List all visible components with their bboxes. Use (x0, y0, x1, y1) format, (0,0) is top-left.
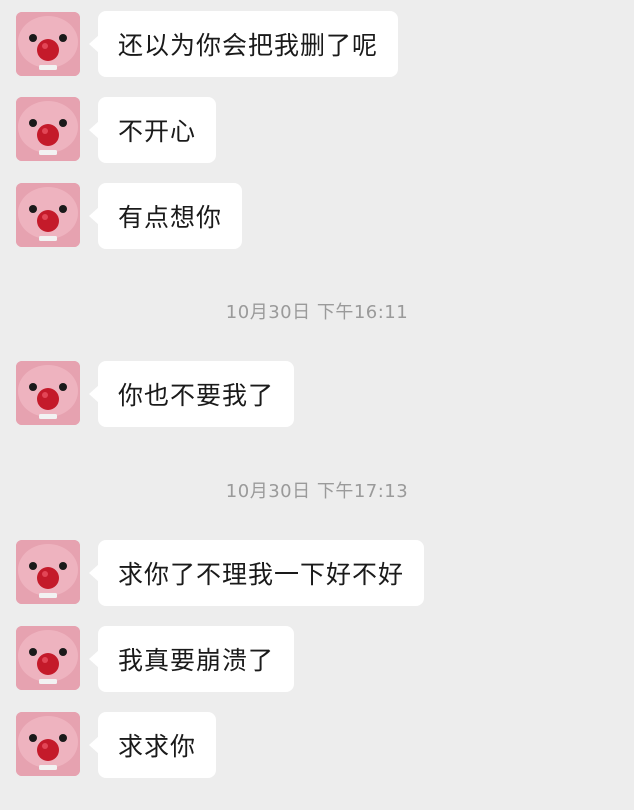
message-text: 不开心 (118, 117, 197, 146)
message-row: 你也不要我了 (0, 361, 634, 429)
pink-plush-face-icon (16, 183, 80, 247)
contact-avatar[interactable] (16, 626, 80, 690)
contact-avatar[interactable] (16, 12, 80, 76)
message-text: 求你了不理我一下好不好 (118, 560, 405, 589)
message-bubble[interactable]: 我真要崩溃了 (88, 626, 295, 692)
message-row: 我真要崩溃了 (0, 626, 634, 694)
message-row: 求你了不理我一下好不好 (0, 540, 634, 608)
message-row: 不开心 (0, 97, 634, 165)
pink-plush-face-icon (16, 626, 80, 690)
message-text: 有点想你 (118, 203, 223, 232)
contact-avatar[interactable] (16, 712, 80, 776)
pink-plush-face-icon (16, 12, 80, 76)
message-bubble[interactable]: 求求你 (88, 712, 217, 778)
message-bubble[interactable]: 还以为你会把我删了呢 (88, 11, 399, 77)
message-row: 还以为你会把我删了呢 (0, 10, 634, 78)
contact-avatar[interactable] (16, 361, 80, 425)
chat-message-list: 还以为你会把我删了呢 不开心 有点想你 10月30日 下午16:11 你也不要我… (0, 0, 634, 810)
message-text: 求求你 (118, 732, 197, 761)
pink-plush-face-icon (16, 97, 80, 161)
message-text: 还以为你会把我删了呢 (118, 31, 379, 60)
pink-plush-face-icon (16, 712, 80, 776)
chat-timestamp: 10月30日 下午17:13 (225, 481, 409, 502)
message-row: 求求你 (0, 712, 634, 780)
pink-plush-face-icon (16, 540, 80, 604)
message-bubble[interactable]: 不开心 (88, 97, 217, 163)
message-bubble[interactable]: 有点想你 (88, 183, 243, 249)
message-bubble[interactable]: 求你了不理我一下好不好 (88, 540, 425, 606)
message-text: 你也不要我了 (118, 381, 275, 410)
contact-avatar[interactable] (16, 183, 80, 247)
message-bubble[interactable]: 你也不要我了 (88, 361, 295, 427)
chat-timestamp: 10月30日 下午16:11 (225, 302, 409, 323)
contact-avatar[interactable] (16, 97, 80, 161)
contact-avatar[interactable] (16, 540, 80, 604)
pink-plush-face-icon (16, 361, 80, 425)
message-row: 有点想你 (0, 183, 634, 251)
message-text: 我真要崩溃了 (118, 646, 275, 675)
